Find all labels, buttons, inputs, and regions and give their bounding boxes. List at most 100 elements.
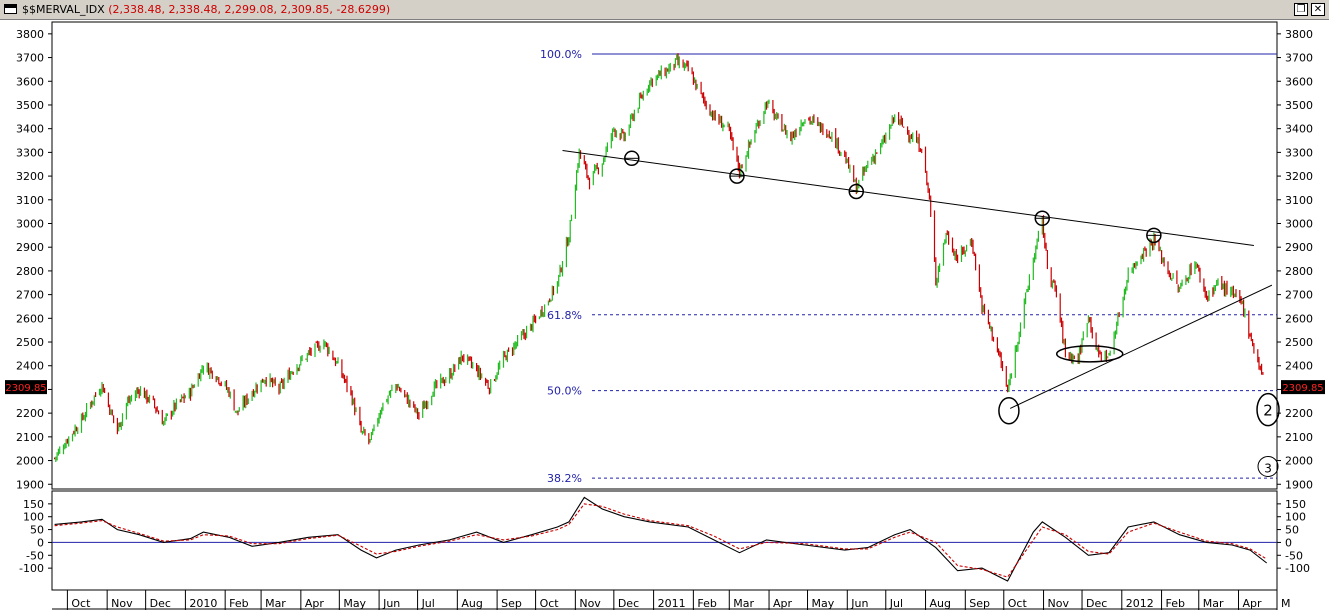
x-tick-label: Aug (461, 597, 482, 610)
y-tick-label-left: 3000 (16, 217, 44, 230)
fib-level-label: 61.8% (547, 309, 582, 322)
x-tick-label: Dec (618, 597, 639, 610)
y-tick-label-left: 3700 (16, 52, 44, 65)
price-panel-frame (51, 21, 1278, 490)
x-tick-label: Feb (697, 597, 716, 610)
x-tick-label: Sep (969, 597, 990, 610)
osc-tick-label-right: -100 (1285, 562, 1310, 575)
y-tick-label-left: 3800 (16, 28, 44, 41)
y-tick-label-left: 2100 (16, 431, 44, 444)
y-tick-label-right: 1900 (1285, 478, 1313, 491)
y-tick-label-right: 3000 (1285, 217, 1313, 230)
x-tick-label: Oct (71, 597, 91, 610)
x-tick-label: 2011 (658, 597, 686, 610)
y-tick-label-right: 2400 (1285, 360, 1313, 373)
x-tick-label: Jun (382, 597, 400, 610)
x-tick-label: Oct (540, 597, 560, 610)
x-tick-label: M (1281, 597, 1291, 610)
x-tick-label: Aug (930, 597, 951, 610)
y-tick-label-right: 2900 (1285, 241, 1313, 254)
y-tick-label-right: 3700 (1285, 52, 1313, 65)
osc-tick-label-right: -50 (1285, 549, 1303, 562)
x-tick-label: Jul (889, 597, 903, 610)
last-value-label-right: 2309.85 (1282, 383, 1323, 394)
x-tick-label: Apr (1243, 597, 1263, 610)
x-tick-label: Jun (850, 597, 868, 610)
osc-tick-label-right: 0 (1285, 536, 1292, 549)
x-tick-label: 2012 (1126, 597, 1154, 610)
osc-tick-label-left: 0 (37, 536, 44, 549)
osc-tick-label-right: 50 (1285, 524, 1299, 537)
y-tick-label-right: 2600 (1285, 312, 1313, 325)
osc-tick-label-left: 50 (30, 524, 44, 537)
restore-button[interactable]: ❐ (1294, 3, 1308, 16)
x-tick-label: Mar (1203, 597, 1224, 610)
x-tick-label: Apr (773, 597, 793, 610)
osc-tick-label-left: -50 (26, 549, 44, 562)
y-tick-label-right: 3200 (1285, 170, 1313, 183)
y-tick-label-right: 3800 (1285, 28, 1313, 41)
fib-level-label: 100.0% (540, 48, 582, 61)
title-bar[interactable]: $$MERVAL_IDX (2,338.48, 2,338.48, 2,299.… (0, 0, 1329, 20)
x-tick-label: Nov (111, 597, 133, 610)
y-tick-label-left: 1900 (16, 478, 44, 491)
osc-tick-label-left: 150 (23, 498, 44, 511)
y-tick-label-right: 2000 (1285, 455, 1313, 468)
last-value-label-left: 2309.85 (5, 383, 46, 394)
chart-canvas: 1900190020002000210021002200220023002300… (5, 21, 1325, 610)
x-tick-label: Mar (733, 597, 754, 610)
symbol-name: $$MERVAL_IDX (22, 3, 105, 16)
y-tick-label-right: 2200 (1285, 407, 1313, 420)
y-tick-label-left: 3400 (16, 123, 44, 136)
y-tick-label-right: 3400 (1285, 123, 1313, 136)
x-tick-label: May (812, 597, 835, 610)
y-tick-label-right: 3100 (1285, 194, 1313, 207)
x-tick-label: Mar (265, 597, 286, 610)
y-tick-label-left: 2700 (16, 289, 44, 302)
y-tick-label-right: 3600 (1285, 75, 1313, 88)
quote-values: (2,338.48, 2,338.48, 2,299.08, 2,309.85,… (108, 3, 391, 16)
y-tick-label-right: 3300 (1285, 146, 1313, 159)
y-tick-label-left: 3200 (16, 170, 44, 183)
y-tick-label-left: 3600 (16, 75, 44, 88)
y-tick-label-right: 3500 (1285, 99, 1313, 112)
wave-label: 3 (1264, 461, 1272, 475)
y-tick-label-left: 2900 (16, 241, 44, 254)
fib-level-label: 50.0% (547, 385, 582, 398)
y-tick-label-right: 2700 (1285, 289, 1313, 302)
x-tick-label: 2010 (189, 597, 217, 610)
x-tick-label: Feb (229, 597, 248, 610)
osc-tick-label-left: 100 (23, 511, 44, 524)
x-tick-label: Dec (1086, 597, 1107, 610)
x-tick-label: Sep (501, 597, 522, 610)
x-tick-label: May (343, 597, 366, 610)
y-tick-label-left: 3300 (16, 146, 44, 159)
x-tick-label: Feb (1166, 597, 1185, 610)
x-tick-label: Jul (421, 597, 435, 610)
window-title: $$MERVAL_IDX (2,338.48, 2,338.48, 2,299.… (22, 3, 390, 16)
y-tick-label-left: 2500 (16, 336, 44, 349)
wave-label: 2 (1263, 402, 1273, 420)
y-tick-label-right: 2100 (1285, 431, 1313, 444)
y-tick-label-right: 2500 (1285, 336, 1313, 349)
window-icon (4, 4, 17, 14)
x-tick-label: Nov (1048, 597, 1070, 610)
y-tick-label-left: 3500 (16, 99, 44, 112)
x-tick-label: Apr (305, 597, 325, 610)
osc-tick-label-right: 100 (1285, 511, 1306, 524)
x-tick-label: Dec (150, 597, 171, 610)
fib-level-label: 38.2% (547, 472, 582, 485)
y-tick-label-left: 2400 (16, 360, 44, 373)
chart-window: $$MERVAL_IDX (2,338.48, 2,338.48, 2,299.… (0, 0, 1329, 610)
osc-tick-label-left: -100 (19, 562, 44, 575)
y-tick-label-left: 3100 (16, 194, 44, 207)
y-tick-label-left: 2800 (16, 265, 44, 278)
y-tick-label-left: 2000 (16, 455, 44, 468)
x-tick-label: Oct (1008, 597, 1028, 610)
y-tick-label-left: 2200 (16, 407, 44, 420)
y-tick-label-right: 2800 (1285, 265, 1313, 278)
x-tick-label: Nov (579, 597, 601, 610)
osc-tick-label-right: 150 (1285, 498, 1306, 511)
y-tick-label-left: 2600 (16, 312, 44, 325)
close-button[interactable]: ✕ (1311, 3, 1325, 16)
